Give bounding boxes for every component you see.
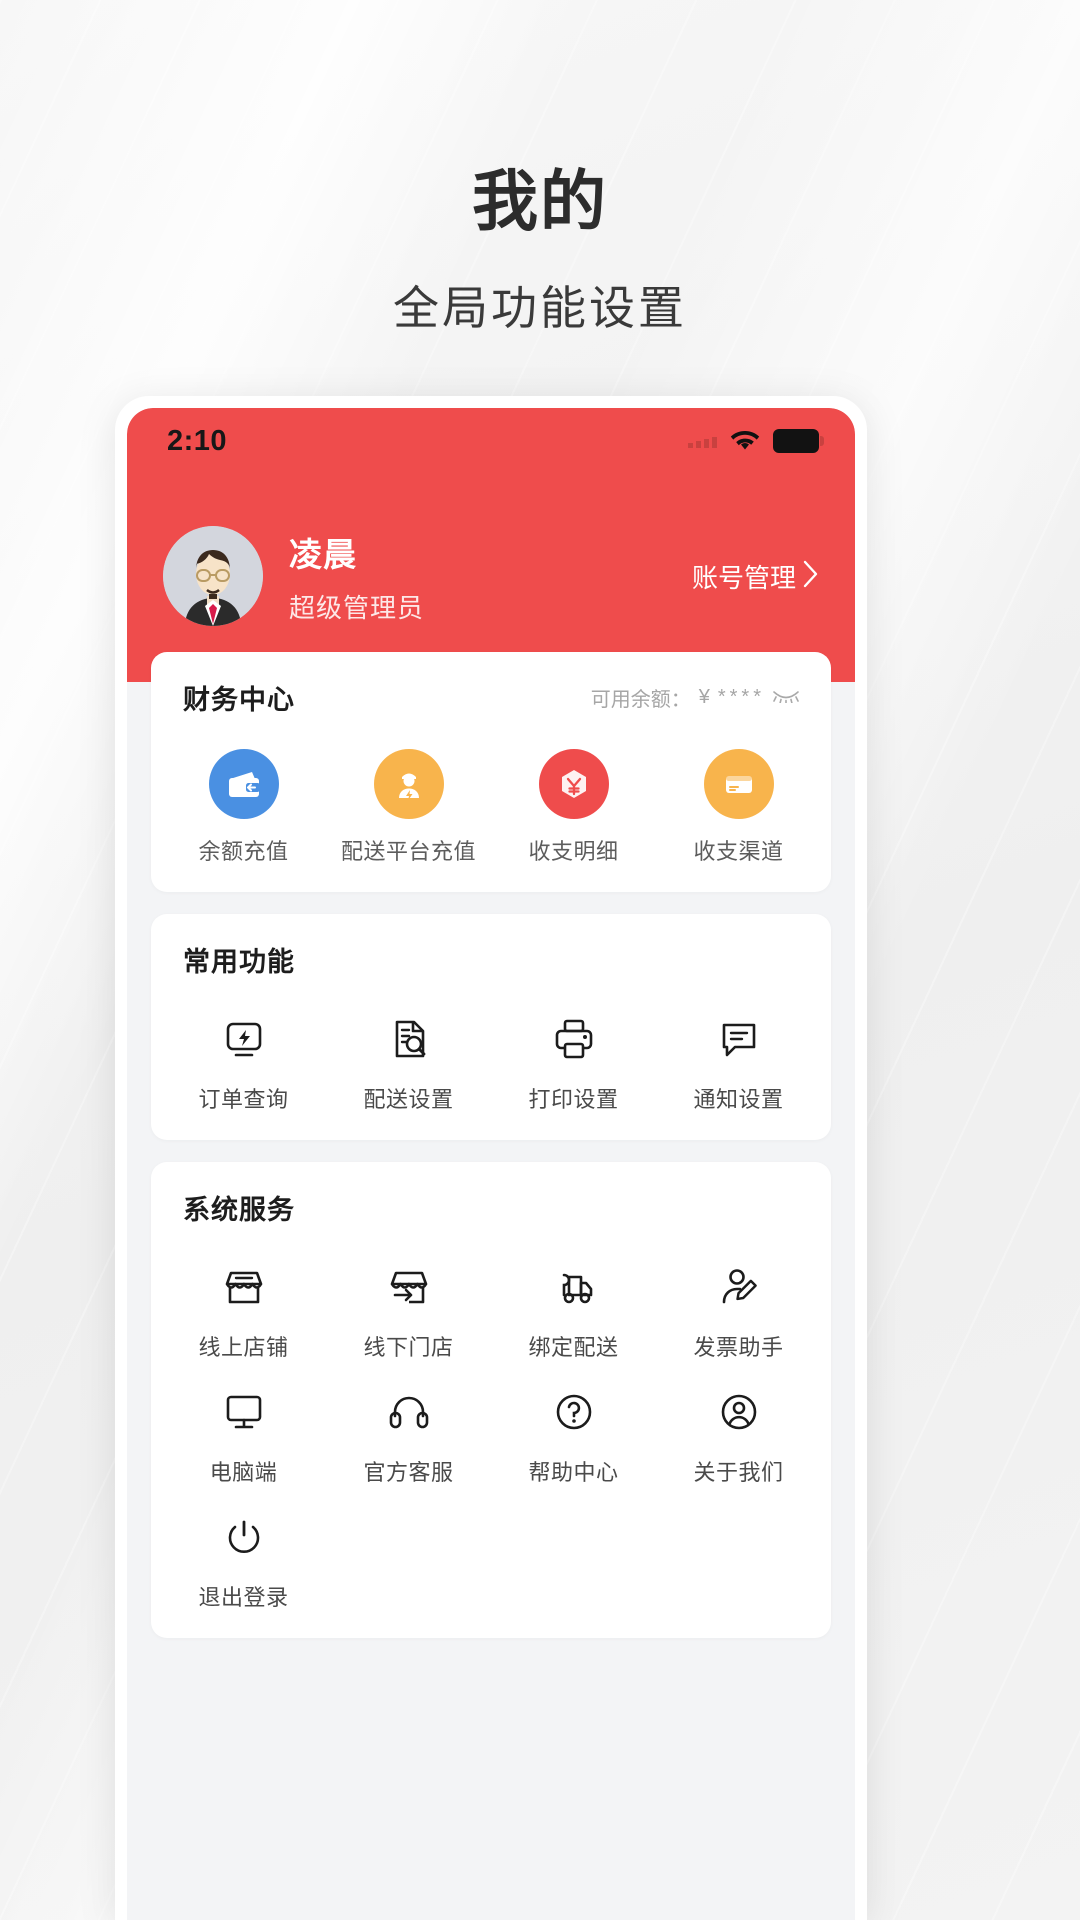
balance-currency: ¥ [698, 686, 710, 708]
message-icon [711, 1011, 767, 1067]
signal-dots-icon [688, 434, 717, 448]
finance-title: 财务中心 [183, 685, 295, 715]
page-title: 我的 [472, 164, 608, 238]
offline-store-icon [381, 1259, 437, 1315]
wallet-icon [208, 749, 279, 819]
page-headings: 我的 全局功能设置 [0, 0, 1080, 338]
system-item-customer-service[interactable]: 官方客服 [326, 1362, 491, 1487]
balance-masked-value: **** [717, 686, 765, 708]
finance-card: 财务中心 可用余额： ¥ **** 余额充值 配送平台充值 收支明细 收支渠道 [151, 652, 831, 892]
system-item-label: 发票助手 [693, 1335, 784, 1360]
phone-screen: 2:10 凌晨 超级管理员 账号管理 财务中心 可用余额： ¥ **** 余额充… [127, 408, 855, 1920]
system-item-label: 绑定配送 [528, 1335, 619, 1360]
finance-item-income-detail[interactable]: 收支明细 [491, 727, 656, 866]
bottom-spacer [151, 1660, 831, 1780]
avatar[interactable] [163, 526, 263, 626]
status-icons [688, 429, 824, 453]
system-item-invoice-assistant[interactable]: 发票助手 [656, 1237, 821, 1362]
finance-item-income-channel[interactable]: 收支渠道 [656, 727, 821, 866]
common-item-label: 配送设置 [363, 1087, 454, 1112]
system-item-label: 线上店铺 [198, 1335, 289, 1360]
card-icon [703, 749, 774, 819]
common-item-label: 订单查询 [198, 1087, 289, 1112]
balance-label: 可用余额： [590, 689, 691, 711]
system-title: 系统服务 [183, 1195, 295, 1225]
invoice-assistant-icon [711, 1259, 767, 1315]
system-item-desktop[interactable]: 电脑端 [161, 1362, 326, 1487]
common-item-notification-settings[interactable]: 通知设置 [656, 989, 821, 1114]
system-item-label: 帮助中心 [528, 1460, 619, 1485]
system-grid: 线上店铺 线下门店 绑定配送 发票助手 电脑端 官方客服 帮助中心 关于我们 退… [161, 1237, 821, 1612]
yuan-hexagon-icon [538, 749, 609, 819]
finance-item-platform-recharge[interactable]: 配送平台充值 [326, 727, 491, 866]
common-item-print-settings[interactable]: 打印设置 [491, 989, 656, 1114]
system-services-card: 系统服务 线上店铺 线下门店 绑定配送 发票助手 电脑端 官方客服 帮助中心 关… [151, 1162, 831, 1638]
wifi-icon [730, 430, 760, 452]
online-shop-icon [216, 1259, 272, 1315]
system-card-header: 系统服务 [161, 1188, 821, 1227]
common-grid: 订单查询 配送设置 打印设置 通知设置 [161, 989, 821, 1114]
system-item-online-shop[interactable]: 线上店铺 [161, 1237, 326, 1362]
status-time: 2:10 [167, 424, 228, 457]
common-item-label: 打印设置 [528, 1087, 619, 1112]
finance-item-balance-recharge[interactable]: 余额充值 [161, 727, 326, 866]
battery-full-icon [773, 429, 824, 453]
order-query-icon [216, 1011, 272, 1067]
common-item-order-query[interactable]: 订单查询 [161, 989, 326, 1114]
desktop-icon [216, 1384, 272, 1440]
common-item-delivery-settings[interactable]: 配送设置 [326, 989, 491, 1114]
system-item-help-center[interactable]: 帮助中心 [491, 1362, 656, 1487]
finance-item-label: 配送平台充值 [340, 839, 476, 864]
system-item-label: 官方客服 [363, 1460, 454, 1485]
power-icon [216, 1509, 272, 1565]
profile-text: 凌晨 超级管理员 [289, 528, 692, 625]
finance-item-label: 收支明细 [528, 839, 619, 864]
system-item-label: 退出登录 [198, 1585, 289, 1610]
question-circle-icon [546, 1384, 602, 1440]
headset-icon [381, 1384, 437, 1440]
system-item-about-us[interactable]: 关于我们 [656, 1362, 821, 1487]
profile-role: 超级管理员 [289, 592, 425, 623]
system-item-label: 线下门店 [363, 1335, 454, 1360]
common-functions-card: 常用功能 订单查询 配送设置 打印设置 通知设置 [151, 914, 831, 1140]
account-management-label: 账号管理 [691, 562, 796, 593]
cards-container: 财务中心 可用余额： ¥ **** 余额充值 配送平台充值 收支明细 收支渠道 … [127, 652, 855, 1780]
common-item-label: 通知设置 [693, 1087, 784, 1112]
header-red-area: 2:10 凌晨 超级管理员 账号管理 [127, 408, 855, 682]
page-subtitle: 全局功能设置 [393, 282, 687, 334]
status-bar: 2:10 [127, 408, 855, 474]
eye-closed-icon[interactable] [773, 686, 799, 709]
courier-person-icon [373, 749, 444, 819]
system-item-offline-store[interactable]: 线下门店 [326, 1237, 491, 1362]
balance-display[interactable]: 可用余额： ¥ **** [591, 683, 799, 712]
delivery-truck-icon [546, 1259, 602, 1315]
chevron-right-icon [803, 560, 819, 592]
account-management-link[interactable]: 账号管理 [692, 558, 819, 595]
finance-card-header: 财务中心 可用余额： ¥ **** [161, 678, 821, 717]
system-item-label: 电脑端 [209, 1460, 278, 1485]
common-card-header: 常用功能 [161, 940, 821, 979]
profile-row[interactable]: 凌晨 超级管理员 账号管理 [127, 474, 855, 626]
phone-frame: 2:10 凌晨 超级管理员 账号管理 财务中心 可用余额： ¥ **** 余额充… [115, 396, 867, 1920]
profile-name: 凌晨 [289, 535, 357, 573]
finance-grid: 余额充值 配送平台充值 收支明细 收支渠道 [161, 727, 821, 866]
finance-item-label: 收支渠道 [693, 839, 784, 864]
system-item-bind-delivery[interactable]: 绑定配送 [491, 1237, 656, 1362]
printer-icon [546, 1011, 602, 1067]
common-title: 常用功能 [183, 947, 295, 977]
delivery-settings-icon [381, 1011, 437, 1067]
user-circle-icon [711, 1384, 767, 1440]
finance-item-label: 余额充值 [198, 839, 289, 864]
system-item-label: 关于我们 [693, 1460, 784, 1485]
system-item-logout[interactable]: 退出登录 [161, 1487, 326, 1612]
